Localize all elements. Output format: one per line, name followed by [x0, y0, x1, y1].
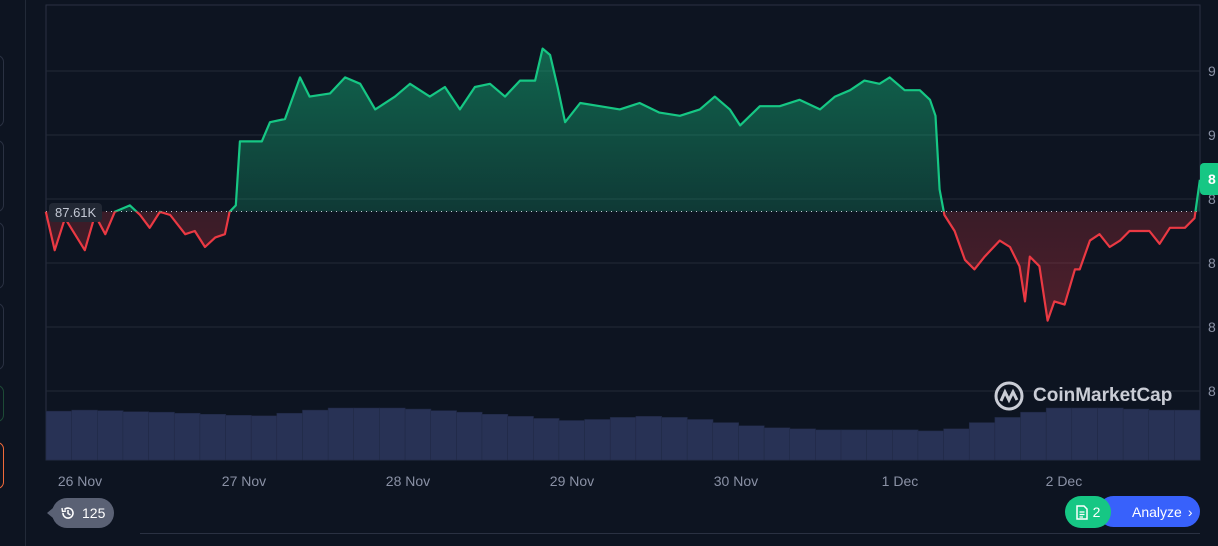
- x-tick-label: 30 Nov: [713, 473, 759, 489]
- volume-bar: [892, 429, 919, 461]
- y-tick-label: 9: [1208, 127, 1216, 143]
- volume-bar: [584, 419, 611, 461]
- volume-bar: [917, 430, 945, 461]
- volume-bar: [1045, 407, 1073, 461]
- volume-bar: [71, 409, 98, 461]
- watermark-text: CoinMarketCap: [1033, 385, 1173, 406]
- volume-bar: [994, 417, 1022, 461]
- x-tick-label: 29 Nov: [549, 473, 595, 489]
- volume-bar: [661, 417, 688, 461]
- volume-bar: [507, 416, 534, 461]
- volume-bar: [866, 429, 893, 461]
- x-tick-label: 2 Dec: [1045, 473, 1083, 489]
- notes-count: 2: [1092, 504, 1101, 520]
- coinmarketcap-watermark: CoinMarketCap: [993, 380, 1172, 412]
- volume-bar: [199, 413, 227, 461]
- volume-bar: [558, 420, 586, 461]
- volume-bar: [789, 428, 816, 461]
- y-tick-label: 8: [1208, 383, 1216, 399]
- current-price-tag: 8: [1200, 163, 1218, 195]
- volume-bar: [302, 409, 329, 461]
- volume-bar: [1020, 411, 1047, 461]
- volume-bar: [276, 412, 303, 461]
- notes-button[interactable]: 2: [1065, 496, 1111, 528]
- y-tick-label: 9: [1208, 63, 1216, 79]
- volume-bar: [738, 425, 765, 461]
- volume-bar: [97, 410, 124, 461]
- volume-bar: [1122, 408, 1150, 461]
- divider: [140, 533, 1200, 534]
- y-tick-label: 8: [1208, 319, 1216, 335]
- volume-bar: [943, 428, 970, 461]
- volume-bar: [173, 412, 201, 461]
- volume-bar: [404, 408, 432, 461]
- history-icon: [61, 507, 74, 519]
- volume-bar: [635, 416, 663, 461]
- volume-bar: [122, 411, 150, 461]
- history-button[interactable]: 125: [47, 498, 114, 528]
- volume-bar: [532, 418, 560, 461]
- volume-bar: [686, 419, 714, 461]
- document-icon: [1075, 504, 1088, 520]
- volume-bar: [1174, 409, 1201, 461]
- volume-bar: [1148, 409, 1175, 461]
- volume-bar: [430, 410, 457, 461]
- analyze-label: Analyze: [1132, 503, 1182, 520]
- volume-bar: [1097, 407, 1124, 461]
- volume-bar: [1071, 407, 1098, 461]
- analyze-button[interactable]: Analyze ›: [1098, 496, 1200, 527]
- volume-bar: [456, 411, 483, 461]
- x-tick-label: 28 Nov: [385, 473, 431, 489]
- x-tick-label: 27 Nov: [221, 473, 267, 489]
- coinmarketcap-logo-icon: [994, 381, 1024, 411]
- volume-bar: [353, 407, 380, 461]
- volume-bar: [250, 415, 278, 461]
- reference-price-tag: 87.61K: [49, 203, 103, 222]
- volume-bar: [763, 427, 791, 461]
- volume-bar: [968, 422, 996, 461]
- volume-bar: [815, 429, 842, 461]
- x-tick-label: 1 Dec: [881, 473, 919, 489]
- volume-bar: [148, 411, 175, 461]
- volume-bar: [481, 413, 509, 461]
- volume-bar: [840, 429, 868, 461]
- chevron-right-icon: ›: [1187, 503, 1193, 520]
- volume-bar: [327, 407, 355, 461]
- volume-bar: [712, 422, 739, 461]
- volume-bar: [225, 415, 252, 461]
- volume-bar: [379, 407, 406, 461]
- volume-bar: [45, 410, 73, 461]
- x-tick-label: 26 Nov: [57, 473, 103, 489]
- y-tick-label: 8: [1208, 255, 1216, 271]
- price-chart[interactable]: [0, 0, 1218, 546]
- history-count: 125: [82, 505, 106, 521]
- volume-bar: [609, 417, 637, 461]
